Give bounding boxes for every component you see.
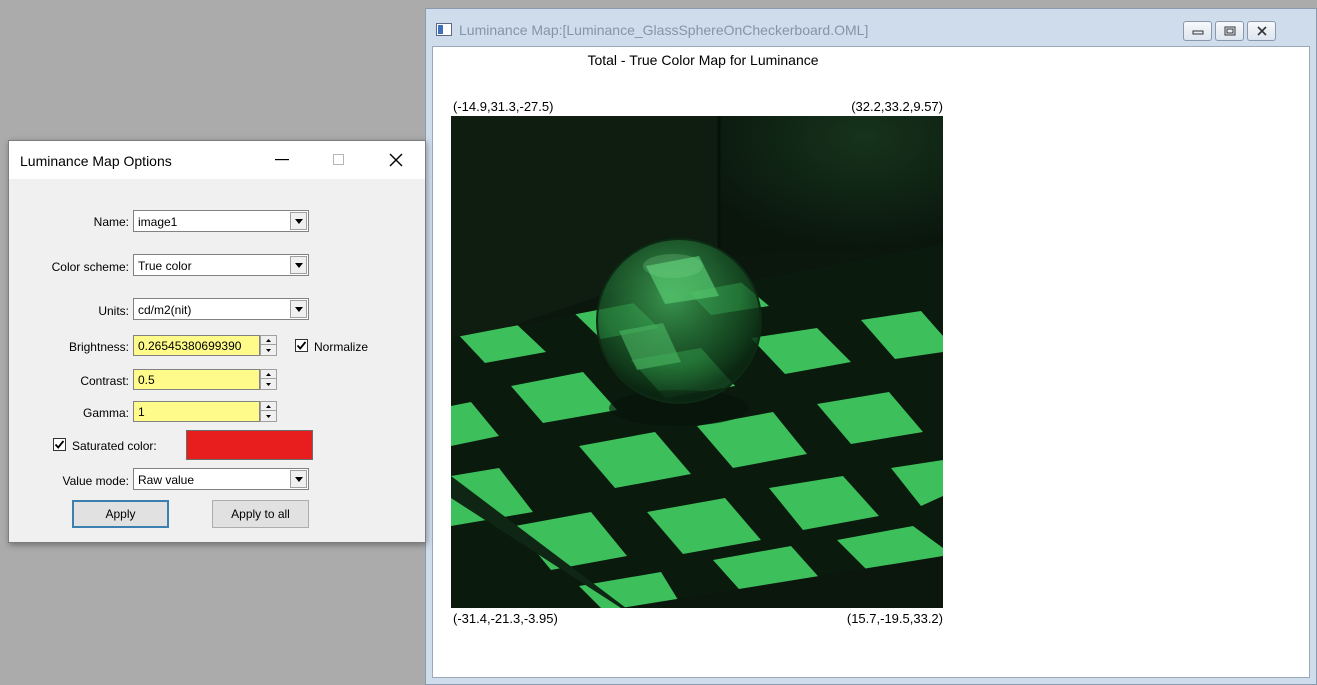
name-value: image1	[138, 215, 178, 229]
check-icon	[54, 440, 65, 449]
dialog-titlebar[interactable]: Luminance Map Options	[9, 141, 425, 179]
coord-bottom-right: (15.7,-19.5,33.2)	[846, 611, 943, 626]
name-select[interactable]: image1	[133, 210, 309, 232]
minimize-icon	[275, 159, 289, 161]
contrast-label: Contrast:	[80, 374, 129, 388]
saturated-color-swatch[interactable]	[186, 430, 313, 460]
restore-icon	[1224, 26, 1235, 36]
luminance-image[interactable]	[451, 116, 943, 608]
units-value: cd/m2(nit)	[138, 303, 192, 317]
map-client-area: Total - True Color Map for Luminance (-1…	[432, 46, 1310, 678]
value-mode-value: Raw value	[138, 473, 195, 487]
coord-bottom-left: (-31.4,-21.3,-3.95)	[453, 611, 558, 626]
brightness-label: Brightness:	[68, 340, 129, 354]
color-scheme-select[interactable]: True color	[133, 254, 309, 276]
close-icon	[389, 153, 403, 167]
spin-down-icon[interactable]	[261, 380, 276, 389]
minimize-icon	[1192, 30, 1203, 35]
coord-top-right: (32.2,33.2,9.57)	[851, 99, 943, 114]
chevron-down-icon[interactable]	[290, 470, 307, 488]
apply-button[interactable]: Apply	[72, 500, 169, 528]
units-select[interactable]: cd/m2(nit)	[133, 298, 309, 320]
minimize-button[interactable]	[1183, 21, 1212, 41]
gamma-label: Gamma:	[82, 406, 129, 420]
contrast-spinner[interactable]	[260, 369, 277, 390]
brightness-input[interactable]: 0.26545380699390	[133, 335, 260, 356]
luminance-map-options-dialog: Luminance Map Options Name: image1 Color…	[8, 140, 426, 543]
units-label: Units:	[98, 304, 129, 318]
gamma-input[interactable]: 1	[133, 401, 260, 422]
map-titlebar[interactable]: Luminance Map:[Luminance_GlassSphereOnCh…	[426, 9, 1316, 45]
saturated-color-checkbox[interactable]	[53, 438, 66, 451]
spin-up-icon[interactable]	[261, 370, 276, 379]
gamma-spinner[interactable]	[260, 401, 277, 422]
dialog-minimize-button[interactable]	[266, 148, 298, 172]
brightness-spinner[interactable]	[260, 335, 277, 356]
close-button[interactable]	[1247, 21, 1276, 41]
color-scheme-label: Color scheme:	[51, 260, 129, 274]
contrast-input[interactable]: 0.5	[133, 369, 260, 390]
dialog-title: Luminance Map Options	[20, 153, 172, 169]
value-mode-select[interactable]: Raw value	[133, 468, 309, 490]
coord-top-left: (-14.9,31.3,-27.5)	[453, 99, 554, 114]
dialog-maximize-button[interactable]	[323, 148, 355, 172]
dialog-body: Name: image1 Color scheme: True color Un…	[9, 179, 425, 542]
spin-down-icon[interactable]	[261, 412, 276, 421]
brightness-value: 0.26545380699390	[138, 339, 242, 353]
name-label: Name:	[93, 215, 129, 229]
saturated-color-label: Saturated color:	[72, 439, 157, 453]
color-scheme-value: True color	[138, 259, 192, 273]
restore-button[interactable]	[1215, 21, 1244, 41]
apply-to-all-button[interactable]: Apply to all	[212, 500, 309, 528]
map-window-title: Luminance Map:[Luminance_GlassSphereOnCh…	[459, 22, 869, 38]
normalize-checkbox[interactable]	[295, 339, 308, 352]
spin-up-icon[interactable]	[261, 336, 276, 345]
chevron-down-icon[interactable]	[290, 300, 307, 318]
maximize-icon	[333, 154, 344, 165]
normalize-label: Normalize	[314, 340, 369, 354]
contrast-value: 0.5	[138, 373, 155, 387]
spin-up-icon[interactable]	[261, 402, 276, 411]
window-app-icon	[436, 23, 452, 36]
map-heading: Total - True Color Map for Luminance	[587, 52, 819, 68]
spin-down-icon[interactable]	[261, 346, 276, 355]
luminance-map-window: Luminance Map:[Luminance_GlassSphereOnCh…	[425, 8, 1317, 685]
gamma-value: 1	[138, 405, 145, 419]
check-icon	[296, 341, 307, 350]
value-mode-label: Value mode:	[62, 474, 130, 488]
chevron-down-icon[interactable]	[290, 256, 307, 274]
close-icon	[1256, 26, 1267, 36]
rendered-scene	[451, 116, 943, 608]
dialog-close-button[interactable]	[380, 148, 412, 172]
chevron-down-icon[interactable]	[290, 212, 307, 230]
